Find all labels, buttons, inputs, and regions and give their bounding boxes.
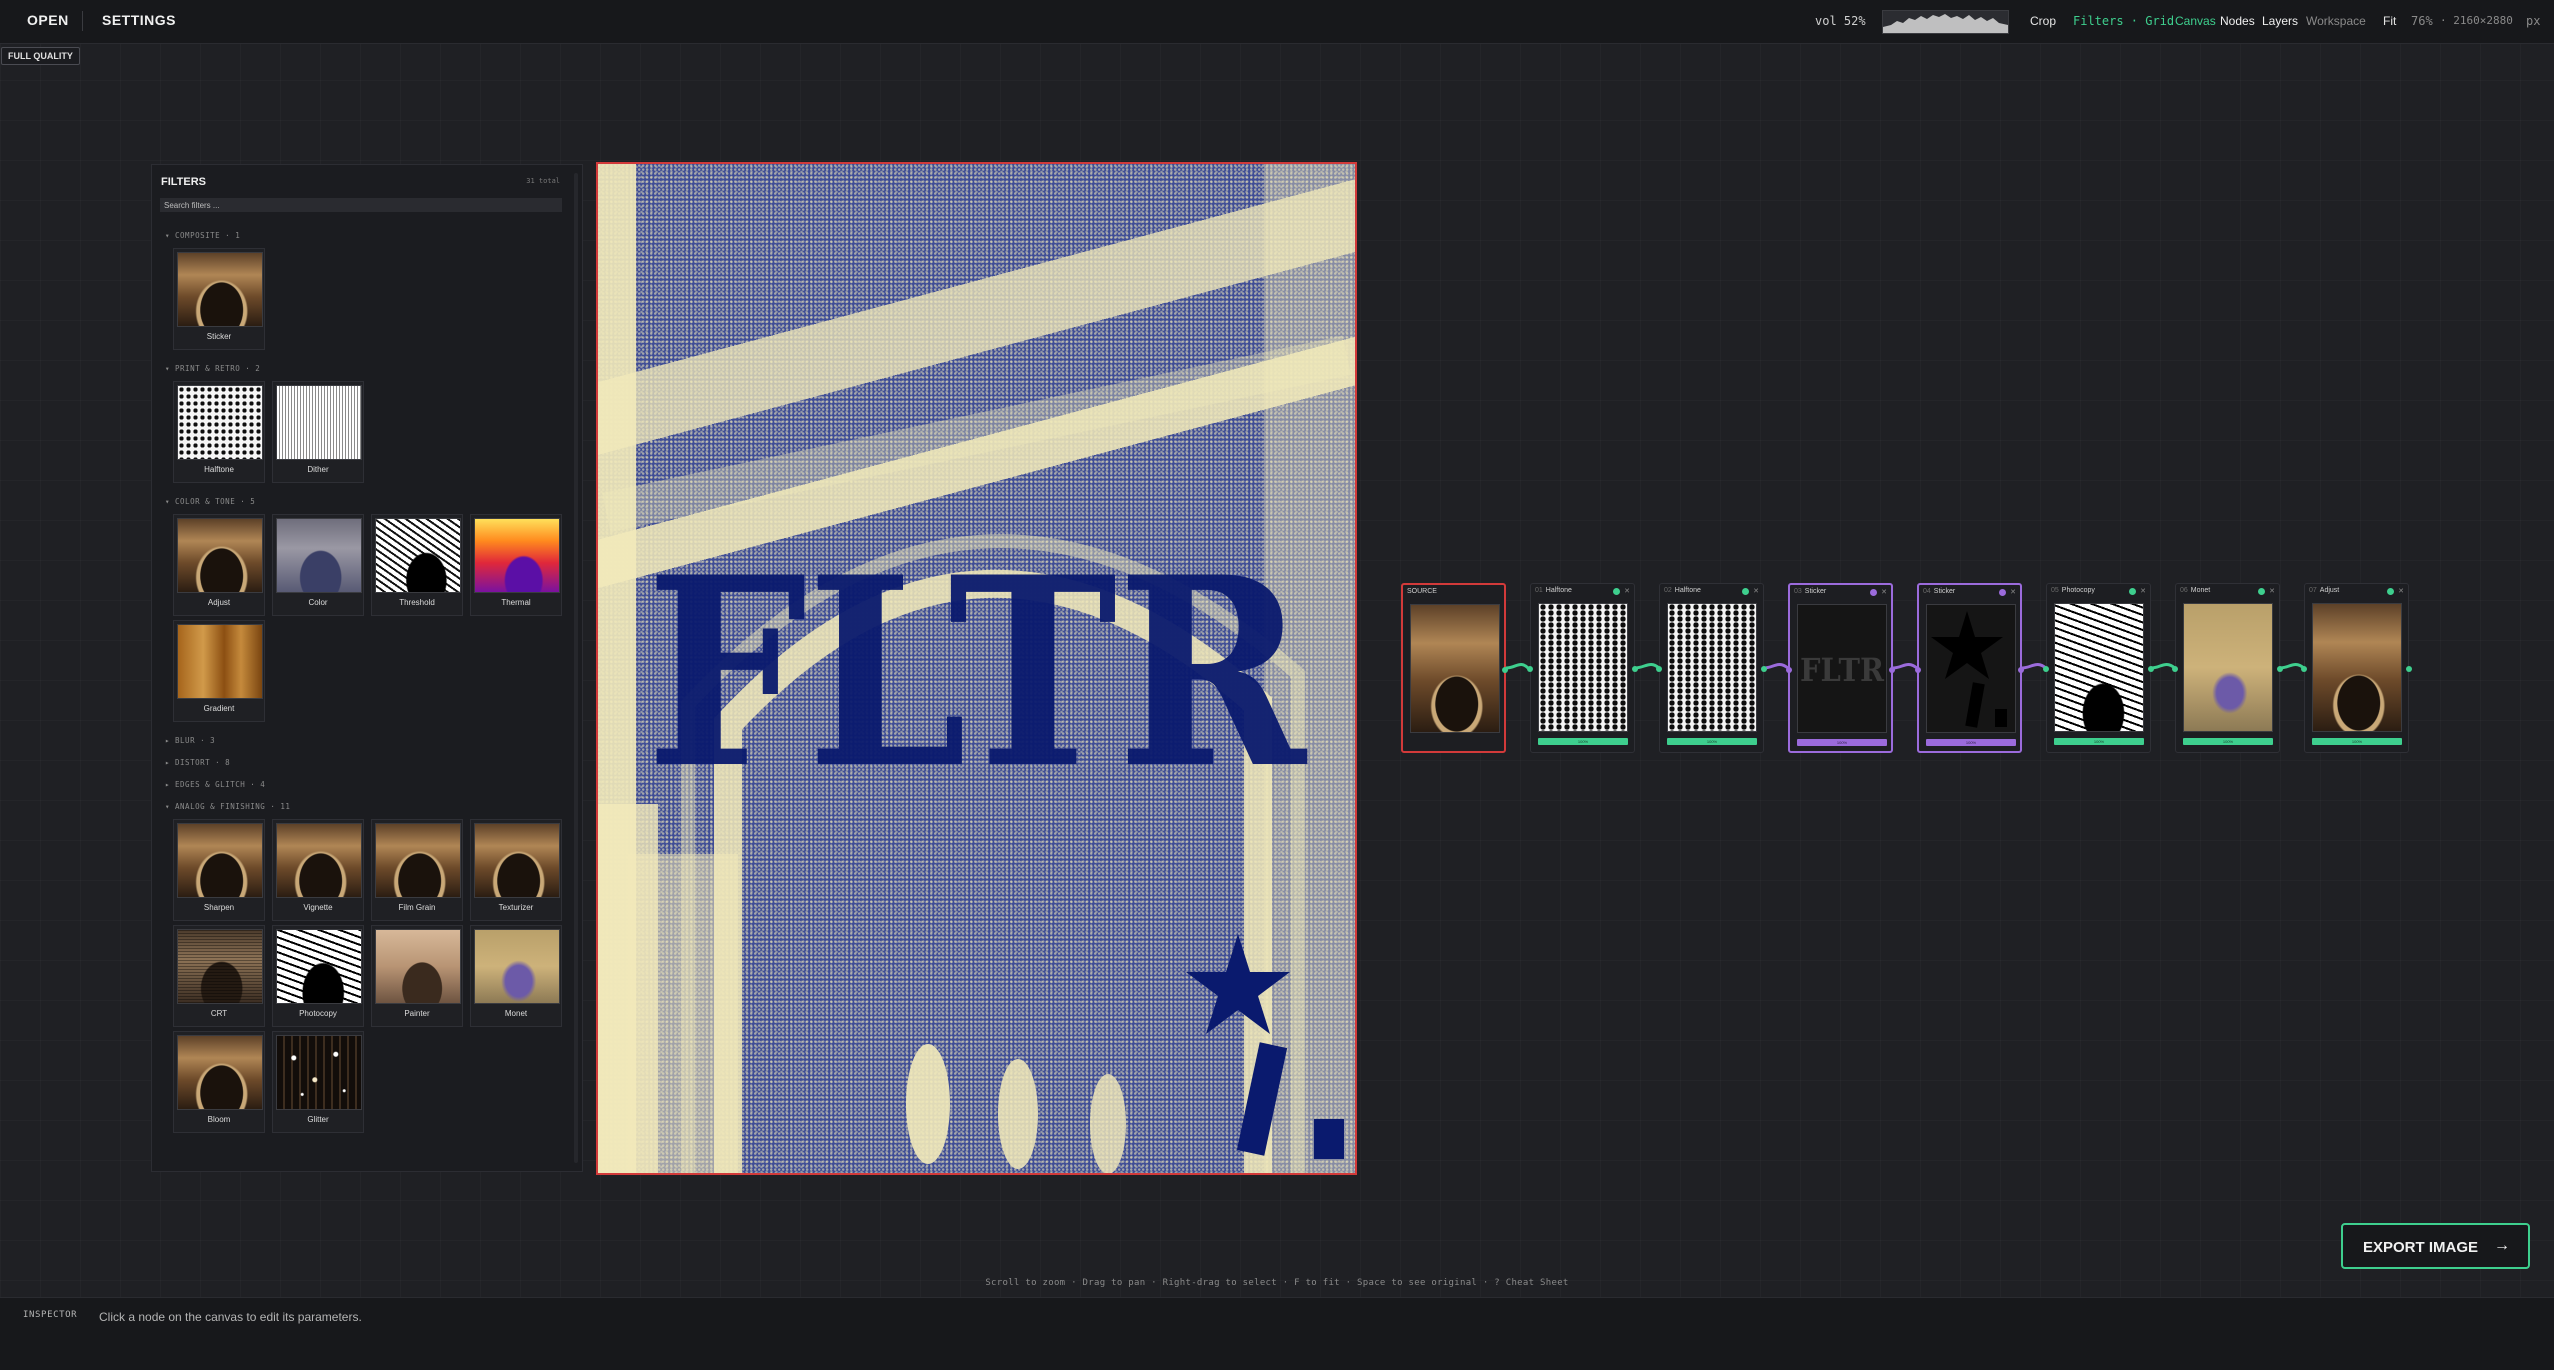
node-sticker-2[interactable]: 04 Sticker ✕ 100% [1915, 583, 2024, 753]
enabled-dot[interactable] [1613, 588, 1620, 595]
close-icon[interactable]: ✕ [1753, 587, 1759, 595]
node-opacity-bar[interactable]: 100% [1926, 739, 2016, 746]
enabled-dot[interactable] [1742, 588, 1749, 595]
node-opacity-bar[interactable]: 100% [1538, 738, 1628, 745]
node-title: 05 Photocopy [2051, 587, 2095, 594]
node-thumbnail [1926, 604, 2016, 733]
close-icon[interactable]: ✕ [2269, 587, 2275, 595]
node-source[interactable]: SOURCE [1401, 583, 1508, 753]
input-port[interactable] [1915, 667, 1921, 673]
enabled-dot[interactable] [2129, 588, 2136, 595]
close-icon[interactable]: ✕ [1624, 587, 1630, 595]
node-title: 03 Sticker [1794, 588, 1827, 595]
enabled-dot[interactable] [1999, 589, 2006, 596]
canvas-hints: Scroll to zoom · Drag to pan · Right-dra… [985, 1278, 1569, 1288]
node-thumbnail [1538, 603, 1628, 732]
node-sticker-1[interactable]: 03 Sticker ✕ FLTR 100% [1786, 583, 1895, 753]
node-title: 07 Adjust [2309, 587, 2340, 594]
output-port[interactable] [2148, 666, 2154, 672]
close-icon[interactable]: ✕ [2140, 587, 2146, 595]
output-port[interactable] [1761, 666, 1767, 672]
node-opacity-bar[interactable]: 100% [2054, 738, 2144, 745]
node-title: SOURCE [1407, 588, 1437, 595]
node-opacity-bar[interactable]: 100% [2312, 738, 2402, 745]
sticker-node-text: FLTR [1800, 651, 1884, 689]
inspector-label: INSPECTOR [23, 1310, 78, 1320]
node-thumbnail [2054, 603, 2144, 732]
node-connections [1505, 662, 2305, 670]
input-port[interactable] [1656, 666, 1662, 672]
export-label: EXPORT IMAGE [2363, 1239, 2479, 1256]
inspector-panel: INSPECTOR Click a node on the canvas to … [0, 1297, 2554, 1370]
node-thumbnail [1667, 603, 1757, 732]
node-title: 02 Halftone [1664, 587, 1701, 594]
close-icon[interactable]: ✕ [2010, 588, 2016, 596]
node-thumbnail [2312, 603, 2402, 732]
input-port[interactable] [2043, 666, 2049, 672]
export-image-button[interactable]: EXPORT IMAGE → [2341, 1223, 2530, 1269]
output-port[interactable] [2277, 666, 2283, 672]
sticker-preview: FLTR [1800, 651, 1884, 689]
enabled-dot[interactable] [2387, 588, 2394, 595]
node-title: 04 Sticker [1923, 588, 1956, 595]
enabled-dot[interactable] [2258, 588, 2265, 595]
input-port[interactable] [2172, 666, 2178, 672]
node-halftone-1[interactable]: 01 Halftone ✕ 100% [1527, 583, 1638, 753]
output-port[interactable] [1502, 667, 1508, 673]
node-photocopy[interactable]: 05 Photocopy ✕ 100% [2043, 583, 2154, 753]
node-opacity-bar[interactable]: 100% [2183, 738, 2273, 745]
output-port[interactable] [1632, 666, 1638, 672]
output-port[interactable] [2406, 666, 2412, 672]
star-sticker-preview [1931, 611, 2007, 728]
inspector-message: Click a node on the canvas to edit its p… [99, 1310, 362, 1324]
node-opacity-bar[interactable]: 100% [1797, 739, 1887, 746]
output-port[interactable] [2018, 667, 2024, 673]
node-halftone-2[interactable]: 02 Halftone ✕ 100% [1656, 583, 1767, 753]
input-port[interactable] [2301, 666, 2307, 672]
node-title: 01 Halftone [1535, 587, 1572, 594]
input-port[interactable] [1527, 666, 1533, 672]
node-monet[interactable]: 06 Monet ✕ 100% [2172, 583, 2283, 753]
enabled-dot[interactable] [1870, 589, 1877, 596]
close-icon[interactable]: ✕ [1881, 588, 1887, 596]
output-port[interactable] [1889, 667, 1895, 673]
input-port[interactable] [1786, 667, 1792, 673]
node-thumbnail: FLTR [1797, 604, 1887, 733]
node-opacity-bar[interactable]: 100% [1667, 738, 1757, 745]
node-adjust[interactable]: 07 Adjust ✕ 100% [2301, 583, 2412, 753]
node-thumbnail [1410, 604, 1500, 733]
node-thumbnail [2183, 603, 2273, 732]
node-title: 06 Monet [2180, 587, 2211, 594]
arrow-right-icon: → [2494, 1237, 2510, 1254]
close-icon[interactable]: ✕ [2398, 587, 2404, 595]
